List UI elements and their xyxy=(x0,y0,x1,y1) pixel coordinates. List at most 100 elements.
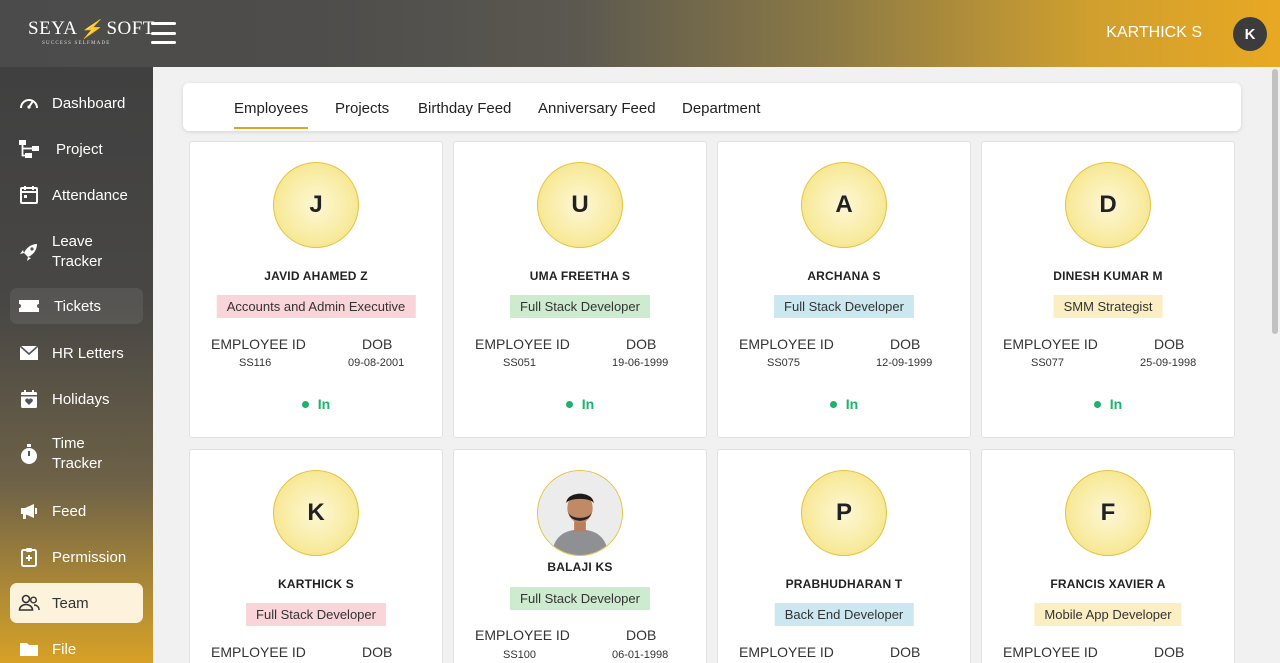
sidebar-item-attendance[interactable]: Attendance xyxy=(10,180,143,210)
tab-anniversary-feed[interactable]: Anniversary Feed xyxy=(538,100,656,117)
dob-label: DOB xyxy=(1154,644,1185,660)
tab-bar: Employees Projects Birthday Feed Anniver… xyxy=(183,83,1241,131)
tab-employees[interactable]: Employees xyxy=(234,100,309,129)
logo-tagline: SUCCESS SELFMADE xyxy=(42,41,111,46)
dob-value: 06-01-1998 xyxy=(612,649,669,661)
dob-value: 09-08-2001 xyxy=(348,357,405,369)
logo-text-left: SEYA xyxy=(28,18,78,39)
sidebar-item-label: File xyxy=(52,640,77,658)
sidebar-item-label: Dashboard xyxy=(52,94,126,112)
sidebar-item-label: Project xyxy=(56,140,103,158)
dob-value: 12-09-1999 xyxy=(876,357,933,369)
employee-id-value: SS100 xyxy=(503,649,537,661)
users-icon xyxy=(18,592,40,614)
employee-avatar: K xyxy=(273,470,359,556)
sidebar-item-leave-tracker[interactable]: Leave Tracker xyxy=(10,230,143,274)
dob-label: DOB xyxy=(1154,336,1185,352)
calendar-heart-icon xyxy=(18,388,40,410)
scrollbar-thumb[interactable] xyxy=(1272,69,1278,334)
company-logo[interactable]: SEYA ⚡ SOFT SUCCESS SELFMADE xyxy=(28,18,155,46)
employee-card[interactable]: A ARCHANA S Full Stack Developer EMPLOYE… xyxy=(717,141,971,438)
role-badge: Full Stack Developer xyxy=(774,295,914,318)
employee-id-label: EMPLOYEE ID xyxy=(1003,644,1098,660)
sidebar-item-label: HR Letters xyxy=(52,344,124,362)
vertical-scrollbar[interactable] xyxy=(1270,67,1280,663)
sidebar-item-holidays[interactable]: Holidays xyxy=(10,384,143,414)
employee-id-label: EMPLOYEE ID xyxy=(739,336,834,352)
employee-name: DINESH KUMAR M xyxy=(1053,269,1163,283)
dob-label: DOB xyxy=(362,336,393,352)
employee-id-label: EMPLOYEE ID xyxy=(211,644,306,660)
tab-department[interactable]: Department xyxy=(682,100,760,117)
employee-card[interactable]: P PRABHUDHARAN T Back End Developer EMPL… xyxy=(717,449,971,663)
sidebar-item-feed[interactable]: Feed xyxy=(10,496,143,526)
employee-id-label: EMPLOYEE ID xyxy=(475,627,570,643)
dob-label: DOB xyxy=(362,644,393,660)
dob-value: 19-06-1999 xyxy=(612,357,669,369)
status-dot-icon xyxy=(565,400,573,408)
top-header: SEYA ⚡ SOFT SUCCESS SELFMADE KARTHICK S … xyxy=(0,0,1280,67)
employee-id-value: SS075 xyxy=(767,357,801,369)
calendar-icon xyxy=(18,184,40,206)
employee-name: ARCHANA S xyxy=(807,269,881,283)
sidebar-item-hr-letters[interactable]: HR Letters xyxy=(10,338,143,368)
employee-avatar: P xyxy=(801,470,887,556)
status-dot-icon xyxy=(1093,400,1101,408)
employee-name: BALAJI KS xyxy=(547,560,613,574)
employee-card[interactable]: BALAJI KS Full Stack Developer EMPLOYEE … xyxy=(453,449,707,663)
sidebar-item-label: Holidays xyxy=(52,390,110,408)
employee-avatar: U xyxy=(537,162,623,248)
stopwatch-icon xyxy=(18,443,40,465)
tab-birthday-feed[interactable]: Birthday Feed xyxy=(418,100,511,117)
role-badge: Full Stack Developer xyxy=(510,295,650,318)
megaphone-icon xyxy=(18,500,40,522)
employee-card[interactable]: J JAVID AHAMED Z Accounts and Admin Exec… xyxy=(189,141,443,438)
logo-spark-icon: ⚡ xyxy=(77,18,107,39)
employee-avatar: A xyxy=(801,162,887,248)
employee-photo xyxy=(537,470,623,556)
logo-text-right: SOFT xyxy=(106,18,155,39)
employee-id-label: EMPLOYEE ID xyxy=(211,336,306,352)
employee-card[interactable]: U UMA FREETHA S Full Stack Developer EMP… xyxy=(453,141,707,438)
sidebar-item-file[interactable]: File xyxy=(10,634,143,663)
employee-card[interactable]: D DINESH KUMAR M SMM Strategist EMPLOYEE… xyxy=(981,141,1235,438)
employee-id-value: SS051 xyxy=(503,357,537,369)
employee-id-value: SS116 xyxy=(239,357,272,369)
dob-label: DOB xyxy=(890,336,921,352)
sidebar-item-tickets[interactable]: Tickets xyxy=(10,288,143,324)
envelope-icon xyxy=(18,342,40,364)
status-text: In xyxy=(317,396,331,412)
employee-card[interactable]: F FRANCIS XAVIER A Mobile App Developer … xyxy=(981,449,1235,663)
employee-id-value: SS077 xyxy=(1031,357,1065,369)
sidebar: Dashboard Project Attendance Leave Track… xyxy=(0,67,153,663)
dob-value: 25-09-1998 xyxy=(1140,357,1197,369)
employee-name: UMA FREETHA S xyxy=(529,269,631,283)
dob-label: DOB xyxy=(626,627,657,643)
dob-label: DOB xyxy=(626,336,657,352)
folder-icon xyxy=(18,638,40,660)
sidebar-item-time-tracker[interactable]: Time Tracker xyxy=(10,432,143,476)
ticket-icon xyxy=(18,295,40,317)
role-badge: Full Stack Developer xyxy=(246,603,386,626)
user-avatar[interactable]: K xyxy=(1233,17,1267,51)
sidebar-item-permission[interactable]: Permission xyxy=(10,542,143,572)
status-indicator: In xyxy=(190,396,442,412)
tab-projects[interactable]: Projects xyxy=(335,100,389,117)
sidebar-item-label: Permission xyxy=(52,548,127,566)
status-dot-icon xyxy=(829,400,837,408)
sidebar-item-dashboard[interactable]: Dashboard xyxy=(10,88,143,118)
sitemap-icon xyxy=(18,138,40,160)
role-badge: Accounts and Admin Executive xyxy=(216,295,416,318)
employee-card[interactable]: K KARTHICK S Full Stack Developer EMPLOY… xyxy=(189,449,443,663)
sidebar-item-label: Team xyxy=(52,594,89,612)
menu-toggle-icon[interactable] xyxy=(151,22,176,44)
status-indicator: In xyxy=(454,396,706,412)
rocket-icon xyxy=(18,241,40,263)
user-name[interactable]: KARTHICK S xyxy=(1106,24,1202,42)
dob-label: DOB xyxy=(890,644,921,660)
sidebar-item-project[interactable]: Project xyxy=(10,134,143,164)
employee-name: KARTHICK S xyxy=(278,577,354,591)
sidebar-item-label: Feed xyxy=(52,502,87,520)
sidebar-item-label: Time Tracker xyxy=(52,435,103,472)
sidebar-item-team[interactable]: Team xyxy=(10,583,143,623)
